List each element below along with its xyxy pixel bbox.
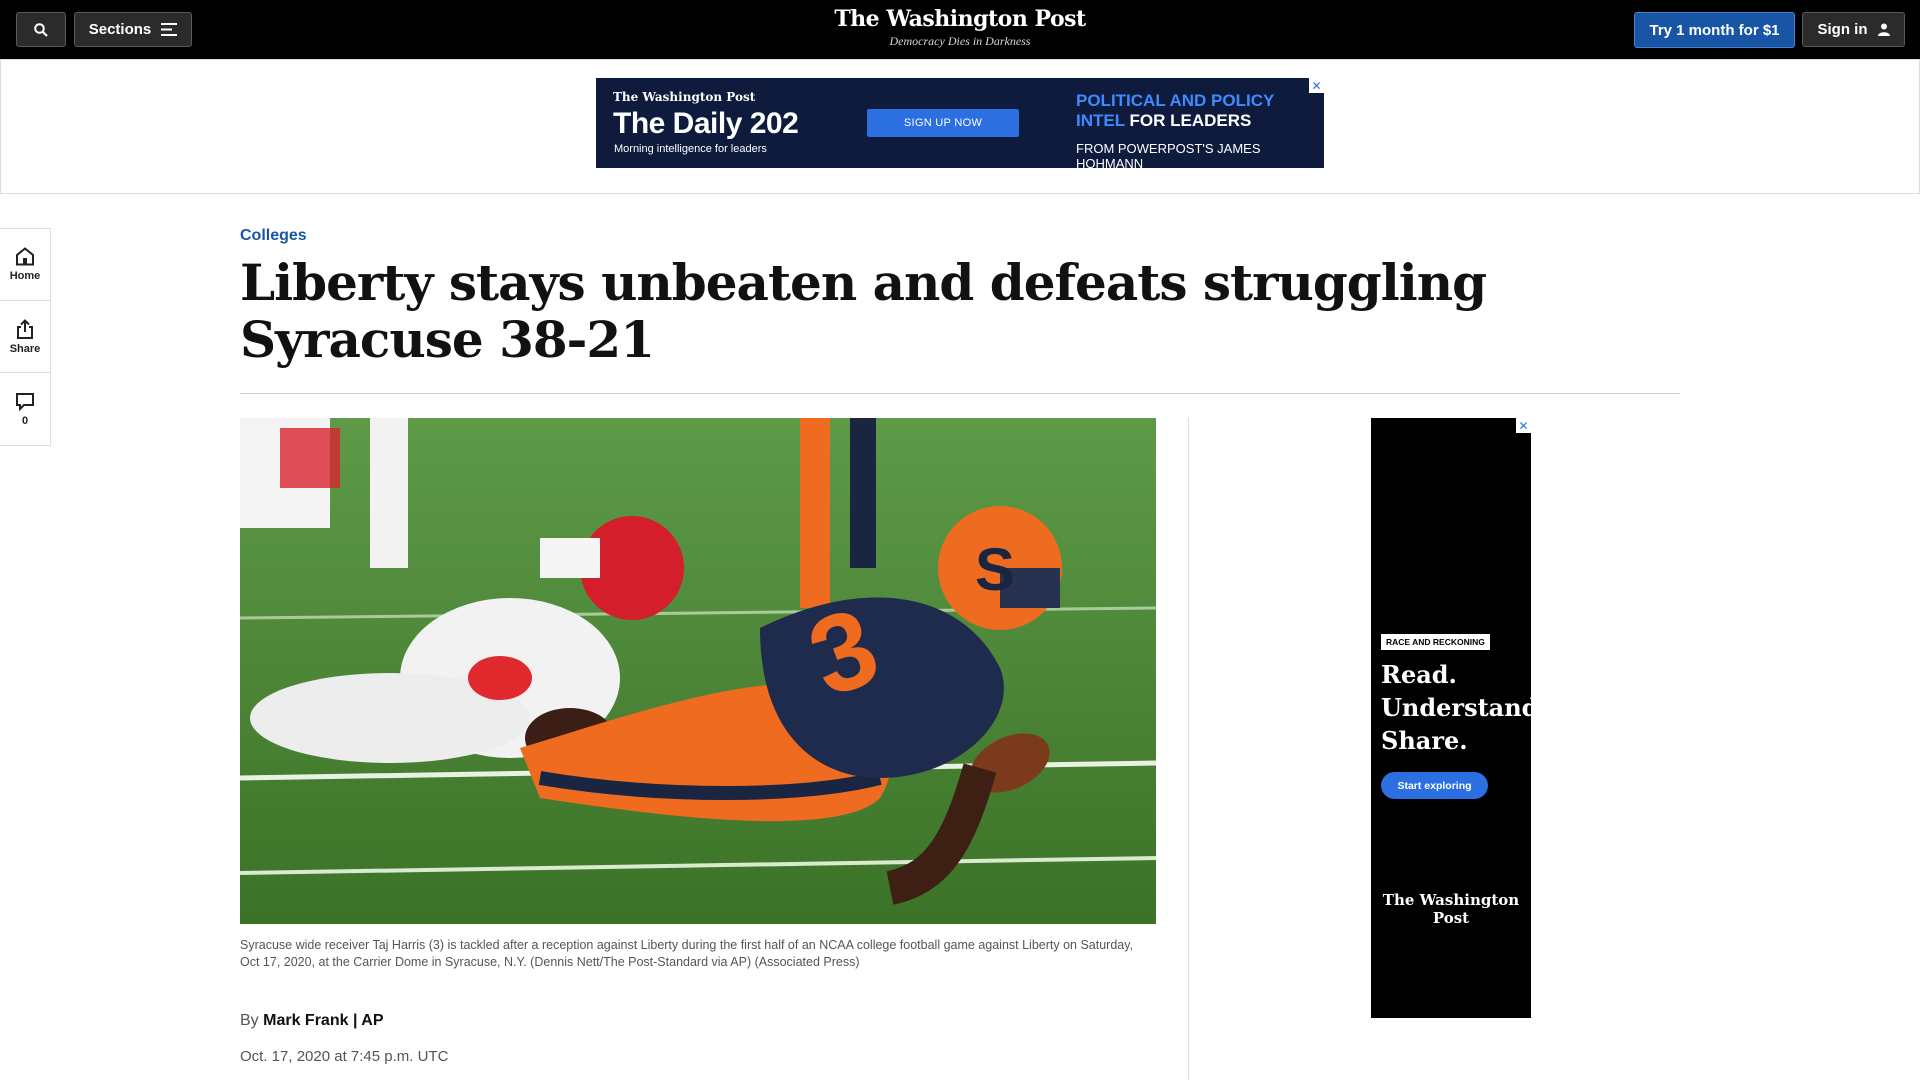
menu-icon [161, 23, 178, 36]
ad-subtitle: Morning intelligence for leaders [614, 143, 767, 155]
ad-headline-white: FOR LEADERS [1129, 111, 1252, 130]
close-icon[interactable]: ✕ [1516, 418, 1531, 433]
side-ad-tag: RACE AND RECKONING [1381, 634, 1490, 650]
article-headline: Liberty stays unbeaten and defeats strug… [240, 253, 1487, 369]
signin-button[interactable]: Sign in [1802, 12, 1905, 47]
column-divider [1188, 418, 1189, 1080]
logo-tagline: Democracy Dies in Darkness [889, 34, 1031, 48]
byline-prefix: By [240, 1012, 259, 1029]
side-ad-logo: The Washington Post [1382, 891, 1520, 927]
ad-headline: POLITICAL AND POLICY INTEL FOR LEADERS [1076, 91, 1306, 131]
ad-byline: FROM POWERPOST'S JAMES HOHMANN [1076, 141, 1261, 171]
side-ad-headline: Read. Understand. Share. [1381, 658, 1547, 757]
section-kicker[interactable]: Colleges [240, 227, 307, 245]
side-ad-line-2: Understand. [1381, 693, 1547, 722]
side-ad-line-1: Read. [1381, 660, 1457, 689]
site-logo[interactable]: The Washington Post Democracy Dies in Da… [810, 4, 1110, 48]
ad-signup-button[interactable]: SIGN UP NOW [867, 109, 1019, 137]
article-photo[interactable]: 3 S [240, 418, 1156, 924]
sections-button[interactable]: Sections [74, 12, 192, 47]
top-navbar: Sections The Washington Post Democracy D… [0, 0, 1920, 59]
close-icon[interactable]: ✕ [1309, 78, 1324, 93]
byline: By Mark Frank | AP [240, 1012, 384, 1030]
home-icon [16, 247, 34, 266]
rail-share[interactable]: Share [0, 301, 50, 373]
side-ad[interactable]: ✕ RACE AND RECKONING Read. Understand. S… [1371, 418, 1547, 1018]
user-icon [1877, 23, 1890, 36]
subscribe-label: Try 1 month for $1 [1649, 21, 1780, 39]
subscribe-button[interactable]: Try 1 month for $1 [1634, 12, 1795, 48]
logo-name: The Washington Post [834, 6, 1086, 32]
football-tackle-image: 3 S [240, 418, 1156, 924]
author-link[interactable]: Mark Frank | AP [263, 1012, 383, 1029]
headline-divider [240, 393, 1680, 394]
side-ad-line-3: Share. [1381, 726, 1468, 755]
side-ad-explore-button[interactable]: Start exploring [1381, 772, 1488, 799]
photo-caption: Syracuse wide receiver Taj Harris (3) is… [240, 938, 1134, 969]
share-icon [17, 318, 33, 339]
comment-icon [16, 392, 34, 411]
ad-title: The Daily 202 [613, 107, 799, 140]
comment-count: 0 [21, 414, 29, 427]
publish-date: Oct. 17, 2020 at 7:45 p.m. UTC [240, 1048, 449, 1065]
top-banner-ad[interactable]: The Washington Post The Daily 202 Mornin… [596, 78, 1324, 171]
rail-home[interactable]: Home [0, 229, 50, 301]
left-rail: Home Share 0 [0, 228, 51, 446]
search-button[interactable] [16, 12, 66, 47]
rail-share-label: Share [9, 342, 41, 355]
sections-label: Sections [88, 21, 152, 38]
ad-logo: The Washington Post [613, 90, 756, 104]
rail-home-label: Home [9, 270, 41, 282]
svg-text:S: S [975, 536, 1015, 603]
signin-label: Sign in [1817, 21, 1868, 38]
search-icon [34, 22, 48, 37]
rail-comments[interactable]: 0 [0, 373, 50, 445]
